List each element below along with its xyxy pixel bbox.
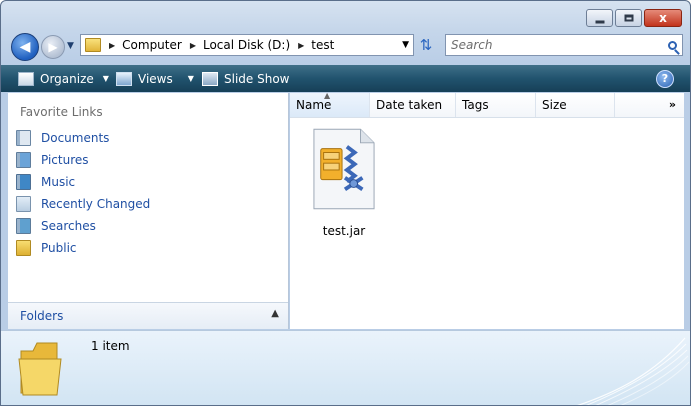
jar-archive-icon — [313, 128, 375, 210]
column-label: Date taken — [376, 98, 443, 112]
favorite-link-documents[interactable]: Documents — [16, 127, 150, 149]
slideshow-label: Slide Show — [224, 71, 290, 86]
column-header-size[interactable]: Size — [536, 93, 615, 117]
column-header-tags[interactable]: Tags — [456, 93, 536, 117]
views-button[interactable]: Views ▼ — [116, 65, 194, 92]
searches-icon — [16, 218, 31, 234]
favorite-link-recently-changed[interactable]: Recently Changed — [16, 193, 150, 215]
file-name: test.jar — [322, 224, 366, 238]
navigation-pane: Favorite Links Documents Pictures Music … — [8, 93, 289, 329]
favorite-link-label: Documents — [41, 131, 110, 145]
close-icon: x — [659, 11, 667, 25]
column-label: Tags — [462, 98, 489, 112]
favorite-link-label: Pictures — [41, 153, 89, 167]
favorite-link-searches[interactable]: Searches — [16, 215, 150, 237]
breadcrumb-test[interactable]: test — [311, 38, 334, 52]
folders-label: Folders — [20, 309, 64, 323]
folder-icon — [18, 342, 62, 396]
chevron-down-icon: ▼ — [102, 74, 109, 83]
recently-changed-icon — [16, 196, 31, 212]
slideshow-icon — [202, 71, 218, 86]
views-label: Views — [138, 71, 173, 86]
favorite-link-music[interactable]: Music — [16, 171, 150, 193]
folder-icon — [85, 38, 101, 52]
slideshow-button[interactable]: Slide Show — [202, 65, 289, 92]
column-header-date-taken[interactable]: Date taken — [370, 93, 456, 117]
decorative-swoosh — [577, 337, 690, 405]
favorite-link-label: Recently Changed — [41, 197, 151, 211]
column-label: Size — [542, 98, 567, 112]
breadcrumb-arrow-icon[interactable]: ▶ — [109, 41, 115, 50]
favorite-link-label: Public — [41, 241, 77, 255]
views-icon — [116, 71, 132, 86]
details-pane: 1 item — [1, 330, 690, 405]
chevron-up-icon[interactable]: ▲ — [271, 308, 279, 319]
search-box[interactable]: Search — [445, 34, 683, 56]
address-dropdown-icon[interactable]: ▼ — [402, 40, 409, 50]
pictures-icon — [16, 152, 31, 168]
favorite-link-label: Searches — [41, 219, 96, 233]
help-icon[interactable]: ? — [656, 70, 674, 88]
address-bar[interactable]: ▶ Computer ▶ Local Disk (D:) ▶ test ▼ — [80, 34, 414, 56]
caption-buttons: x — [586, 9, 682, 27]
sort-ascending-icon: ▲ — [324, 91, 331, 100]
organize-icon — [18, 71, 34, 86]
file-item[interactable]: test.jar — [310, 127, 378, 238]
forward-arrow-icon: ▶ — [48, 40, 58, 54]
search-icon[interactable] — [668, 40, 677, 50]
search-placeholder: Search — [451, 38, 493, 52]
item-count: 1 item — [91, 339, 130, 353]
command-bar: Organize ▼ Views ▼ Slide Show ? — [1, 65, 690, 92]
music-icon — [16, 174, 31, 190]
breadcrumb-computer[interactable]: Computer — [122, 38, 182, 52]
file-list: ▲ Name Date taken Tags Size » test.jar — [290, 91, 684, 329]
close-button[interactable]: x — [644, 9, 682, 27]
documents-icon — [16, 130, 31, 146]
breadcrumb-local-disk[interactable]: Local Disk (D:) — [203, 38, 290, 52]
explorer-window: x ◀ ▶ ▼ ▶ Computer ▶ Local Disk (D:) ▶ t… — [0, 0, 691, 406]
refresh-icon[interactable]: ⇅ — [415, 34, 437, 56]
breadcrumb-arrow-icon[interactable]: ▶ — [298, 41, 304, 50]
maximize-icon — [624, 14, 633, 22]
organize-button[interactable]: Organize ▼ — [18, 65, 109, 92]
maximize-button[interactable] — [615, 9, 642, 27]
folders-toggle[interactable]: Folders ▲ — [8, 302, 288, 329]
favorite-link-public[interactable]: Public — [16, 237, 150, 259]
minimize-icon — [595, 20, 604, 24]
public-folder-icon — [16, 240, 31, 256]
breadcrumb-arrow-icon[interactable]: ▶ — [190, 41, 196, 50]
recent-pages-dropdown[interactable]: ▼ — [67, 41, 74, 51]
more-columns-icon[interactable]: » — [669, 93, 676, 117]
minimize-button[interactable] — [586, 9, 613, 27]
column-headers: ▲ Name Date taken Tags Size » — [290, 91, 684, 118]
forward-button[interactable]: ▶ — [41, 35, 65, 59]
favorite-links-list: Documents Pictures Music Recently Change… — [16, 127, 150, 259]
back-arrow-icon: ◀ — [19, 39, 31, 55]
favorite-link-label: Music — [41, 175, 76, 189]
organize-label: Organize — [40, 71, 94, 86]
favorite-link-pictures[interactable]: Pictures — [16, 149, 150, 171]
back-button[interactable]: ◀ — [11, 33, 39, 61]
favorite-links-title: Favorite Links — [20, 105, 103, 119]
chevron-down-icon: ▼ — [187, 74, 194, 83]
column-header-name[interactable]: ▲ Name — [290, 91, 370, 117]
